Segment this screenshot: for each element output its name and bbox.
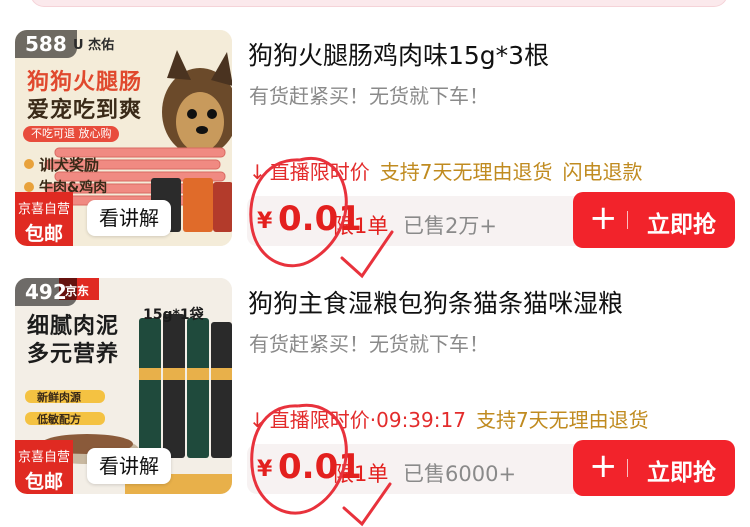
- plus-icon[interactable]: +: [589, 446, 618, 486]
- buy-now-label[interactable]: 立即抢: [647, 453, 716, 487]
- product-thumbnail[interactable]: 588 U 杰佑 狗狗火腿肠 爱宠吃到爽 不吃可退 放心购 训犬奖励 牛肉&鸡肉…: [15, 30, 232, 246]
- jd-selfrun-tag: 京喜自营 包邮: [15, 440, 73, 494]
- buy-now-button[interactable]: + 立即抢: [573, 440, 735, 496]
- button-divider: [627, 459, 628, 477]
- price-currency: ¥: [257, 457, 273, 482]
- flash-refund-label: 闪电退款: [562, 160, 643, 184]
- product-subtitle: 有货赶紧买！无货就下车！: [249, 332, 489, 356]
- sales-badge: 588: [15, 30, 77, 58]
- image-headline: 多元营养: [27, 342, 120, 367]
- plus-icon[interactable]: +: [589, 198, 618, 238]
- promo-row: ↓ 直播限时价·09:39:17 支持7天无理由退货: [249, 404, 649, 432]
- view-explanation-button[interactable]: 看讲解: [87, 200, 171, 236]
- live-price-label: 直播限时价: [269, 160, 370, 184]
- brand-label: 京东: [65, 284, 90, 298]
- return-policy-label: 支持7天无理由退货: [475, 408, 649, 432]
- product-card[interactable]: 588 U 杰佑 狗狗火腿肠 爱宠吃到爽 不吃可退 放心购 训犬奖励 牛肉&鸡肉…: [0, 22, 750, 262]
- sold-count: 已售6000+: [403, 462, 517, 486]
- buy-now-button[interactable]: + 立即抢: [573, 192, 735, 248]
- image-feature: 低敏配方: [37, 413, 81, 426]
- red-down-arrow-icon: ↓: [249, 408, 266, 432]
- image-feature: 训犬奖励: [39, 156, 100, 174]
- image-headline: 爱宠吃到爽: [27, 98, 143, 123]
- image-tagline: 不吃可退 放心购: [31, 127, 112, 140]
- product-title[interactable]: 狗狗主食湿粮包狗条猫条猫咪湿粮: [248, 284, 623, 320]
- image-feature: 新鲜肉源: [37, 391, 81, 404]
- product-subtitle: 有货赶紧买！无货就下车！: [249, 84, 489, 108]
- buy-now-label[interactable]: 立即抢: [647, 205, 716, 239]
- purchase-limit: 限1单: [333, 462, 389, 486]
- image-tagline: 15g*1袋: [143, 307, 204, 323]
- live-price-label: 直播限时价: [269, 408, 370, 432]
- previous-card-edge: [0, 0, 750, 14]
- countdown-timer: ·09:39:17: [369, 408, 466, 432]
- view-explanation-button[interactable]: 看讲解: [87, 448, 171, 484]
- purchase-limit: 限1单: [333, 214, 389, 238]
- product-card[interactable]: 492 京东 细腻肉泥 多元营养 15g*1袋 新鲜肉源 低敏配方 京喜自营 包…: [0, 270, 750, 510]
- jd-selfrun-tag: 京喜自营 包邮: [15, 192, 73, 246]
- promo-row: ↓ 直播限时价 支持7天无理由退货 闪电退款: [249, 156, 643, 184]
- sold-count: 已售2万+: [403, 214, 497, 238]
- product-title[interactable]: 狗狗火腿肠鸡肉味15g*3根: [248, 36, 549, 72]
- brand-label: U 杰佑: [73, 38, 115, 53]
- product-thumbnail[interactable]: 492 京东 细腻肉泥 多元营养 15g*1袋 新鲜肉源 低敏配方 京喜自营 包…: [15, 278, 232, 494]
- return-policy-label: 支持7天无理由退货: [379, 160, 553, 184]
- red-down-arrow-icon: ↓: [249, 160, 266, 184]
- price-currency: ¥: [257, 209, 273, 234]
- button-divider: [627, 211, 628, 229]
